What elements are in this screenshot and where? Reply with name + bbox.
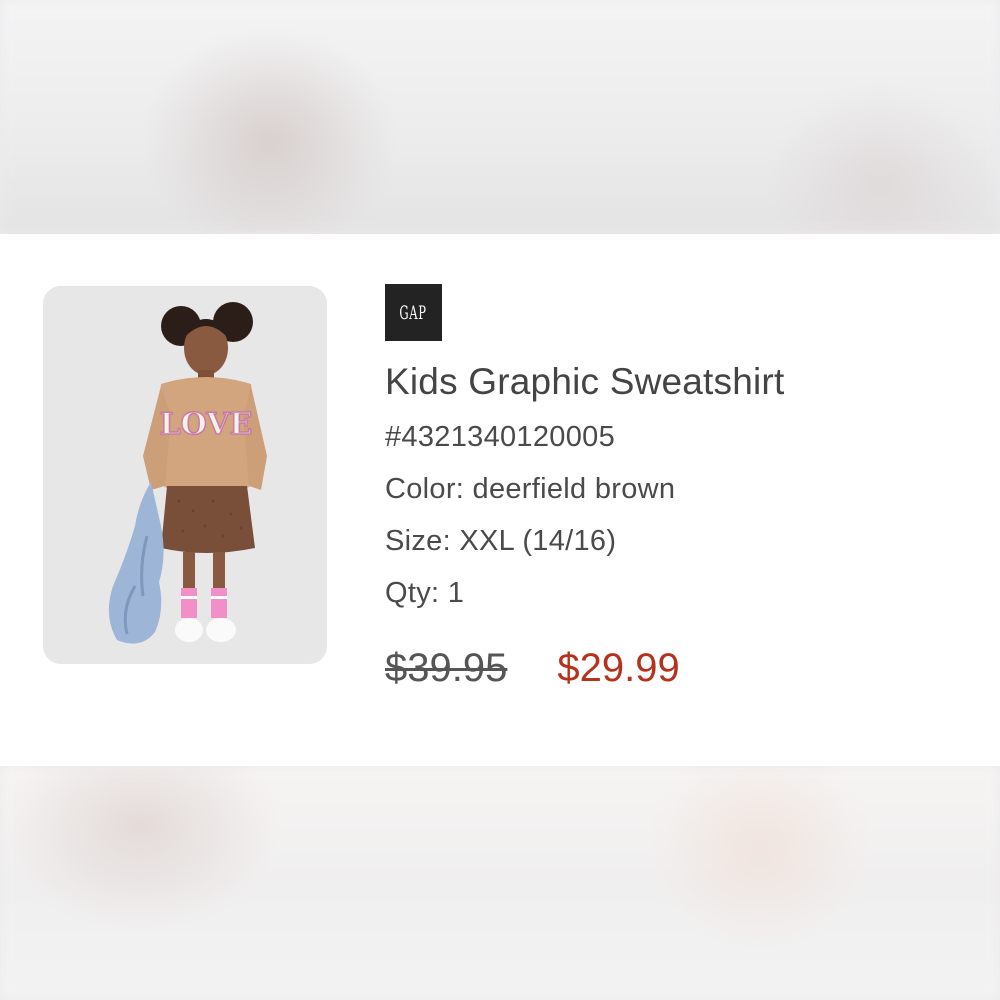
product-card: LOVE GAP Kids Graphic Sweatshirt #432134…: [0, 234, 1000, 766]
product-photo: LOVE: [43, 286, 327, 664]
sale-price: $29.99: [557, 646, 680, 690]
product-sku: #4321340120005: [385, 421, 615, 453]
original-price: $39.95: [385, 646, 508, 690]
blurred-background-bottom: [0, 766, 1000, 1000]
product-image[interactable]: LOVE: [43, 286, 327, 664]
product-quantity: Qty: 1: [385, 577, 465, 609]
sweatshirt-graphic-text: LOVE: [160, 407, 253, 442]
product-size: Size: XXL (14/16): [385, 525, 617, 557]
product-details: GAP Kids Graphic Sweatshirt #43213401200…: [385, 284, 985, 691]
product-color: Color: deerfield brown: [385, 473, 676, 505]
brand-logo[interactable]: GAP: [385, 284, 442, 341]
price-row: $39.95 $29.99: [385, 646, 985, 691]
product-title[interactable]: Kids Graphic Sweatshirt: [385, 361, 985, 403]
brand-logo-text: GAP: [399, 301, 428, 324]
blurred-background-top: [0, 0, 1000, 234]
